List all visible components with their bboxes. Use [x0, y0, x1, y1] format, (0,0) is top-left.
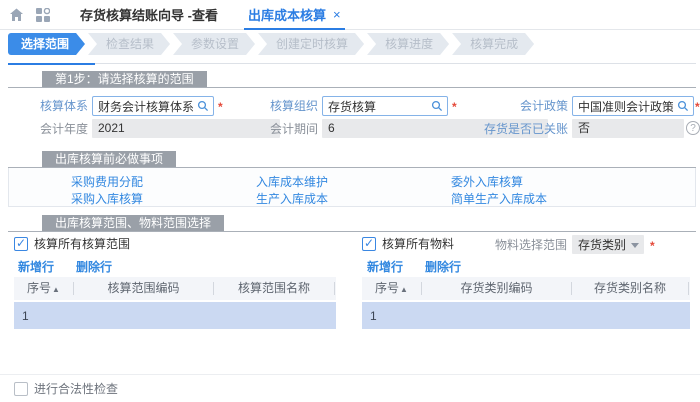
column-category-name[interactable]: 存货类别名称	[572, 282, 689, 295]
table-header: 序号▲ 存货类别编码 存货类别名称	[362, 277, 690, 300]
search-icon[interactable]	[677, 100, 689, 115]
cell-seq: 1	[22, 308, 29, 323]
link-subcontract-inbound-accounting[interactable]: 委外入库核算	[451, 173, 523, 190]
chevron-down-icon	[631, 243, 639, 248]
all-accounting-range-label: 核算所有核算范围	[34, 237, 131, 251]
all-accounting-range-checkbox[interactable]	[14, 236, 28, 251]
panel-divider	[0, 374, 700, 375]
required-asterisk: *	[695, 100, 700, 114]
section-divider	[8, 87, 696, 88]
tab-label: 出库成本核算	[247, 8, 326, 23]
fiscal-period-label: 会计期间	[269, 122, 318, 136]
tab-label: 存货核算结账向导 -查看	[80, 8, 218, 23]
search-icon[interactable]	[431, 100, 443, 115]
material-range-select[interactable]: 存货类别	[572, 235, 644, 254]
step-select-range[interactable]: 选择范围	[8, 33, 85, 55]
accounting-system-value: 财务会计核算体系	[98, 99, 193, 114]
step-progress[interactable]: 核算进度	[367, 33, 449, 55]
sort-asc-icon: ▲	[400, 285, 408, 294]
all-materials-checkbox[interactable]	[362, 236, 376, 251]
required-asterisk: *	[452, 100, 457, 114]
cell-seq: 1	[370, 308, 377, 323]
accounting-policy-value: 中国准则会计政策	[578, 99, 673, 114]
tab-outbound-cost-accounting[interactable]: 出库成本核算 ×	[243, 0, 345, 30]
material-category-table: 序号▲ 存货类别编码 存货类别名称 1	[362, 277, 690, 329]
column-category-code[interactable]: 存货类别编码	[422, 282, 572, 295]
accounting-policy-label: 会计政策	[519, 99, 568, 113]
tab-closing-wizard[interactable]: 存货核算结账向导 -查看	[80, 0, 218, 30]
outbound-cost-accounting-page: 存货核算结账向导 -查看 出库成本核算 × 选择范围 检查结果 参数设置 创建定…	[0, 0, 700, 402]
accounting-policy-input[interactable]: 中国准则会计政策	[572, 96, 694, 116]
all-materials-label: 核算所有物料	[382, 237, 455, 251]
wizard-steps: 选择范围 检查结果 参数设置 创建定时核算 核算进度 核算完成	[8, 33, 537, 55]
table-row[interactable]: 1	[362, 302, 690, 329]
right-add-row-button[interactable]: 新增行	[367, 258, 403, 275]
steps-divider	[8, 63, 696, 64]
link-inbound-cost-maintenance[interactable]: 入库成本维护	[256, 173, 328, 190]
legality-check-checkbox[interactable]	[14, 382, 28, 396]
home-icon[interactable]	[9, 8, 24, 22]
help-icon[interactable]: ?	[686, 121, 700, 135]
section-title-range: 出库核算范围、物料范围选择	[42, 215, 225, 232]
section-title-todo: 出库核算前必做事项	[42, 151, 177, 168]
link-production-inbound-cost[interactable]: 生产入库成本	[256, 190, 328, 207]
step-complete[interactable]: 核算完成	[452, 33, 534, 55]
step-check-result[interactable]: 检查结果	[88, 33, 170, 55]
link-purchase-expense-allocation[interactable]: 采购费用分配	[71, 173, 143, 190]
link-purchase-inbound-accounting[interactable]: 采购入库核算	[71, 190, 143, 207]
sort-asc-icon: ▲	[52, 285, 60, 294]
todo-links-panel: 采购费用分配 入库成本维护 委外入库核算 采购入库核算 生产入库成本 简单生产入…	[8, 168, 696, 207]
column-range-name[interactable]: 核算范围名称	[214, 282, 335, 295]
legality-check-label: 进行合法性检查	[34, 382, 119, 396]
table-header: 序号▲ 核算范围编码 核算范围名称	[14, 277, 336, 300]
close-icon[interactable]: ×	[333, 7, 341, 22]
table-row[interactable]: 1	[14, 302, 336, 329]
material-range-value: 存货类别	[578, 238, 627, 252]
link-simple-production-inbound-cost[interactable]: 简单生产入库成本	[451, 190, 547, 207]
inventory-closed-label: 存货是否已关账	[483, 122, 568, 136]
material-range-label: 物料选择范围	[494, 238, 567, 252]
right-delete-row-button[interactable]: 删除行	[425, 258, 461, 275]
column-seq[interactable]: 序号▲	[14, 282, 74, 295]
accounting-org-label: 核算组织	[269, 99, 318, 113]
accounting-range-table: 序号▲ 核算范围编码 核算范围名称 1	[14, 277, 336, 329]
section-title-step1: 第1步：请选择核算的范围	[42, 71, 207, 88]
search-icon[interactable]	[197, 100, 209, 115]
accounting-system-label: 核算体系	[39, 99, 88, 113]
apps-grid-icon[interactable]	[36, 7, 50, 22]
fiscal-year-label: 会计年度	[39, 122, 88, 136]
accounting-system-input[interactable]: 财务会计核算体系	[92, 96, 214, 116]
steps-active-underline	[8, 63, 95, 65]
section-divider	[8, 231, 696, 232]
column-range-code[interactable]: 核算范围编码	[74, 282, 214, 295]
step-parameter-settings[interactable]: 参数设置	[173, 33, 255, 55]
required-asterisk: *	[650, 239, 655, 253]
left-delete-row-button[interactable]: 删除行	[76, 258, 112, 275]
step-create-scheduled[interactable]: 创建定时核算	[258, 33, 364, 55]
inventory-closed-value: 否	[572, 119, 684, 138]
accounting-org-input[interactable]: 存货核算	[322, 96, 448, 116]
accounting-org-value: 存货核算	[328, 99, 377, 114]
left-add-row-button[interactable]: 新增行	[18, 258, 54, 275]
column-seq[interactable]: 序号▲	[362, 282, 422, 295]
required-asterisk: *	[218, 100, 223, 114]
top-tab-bar: 存货核算结账向导 -查看 出库成本核算 ×	[0, 0, 700, 30]
